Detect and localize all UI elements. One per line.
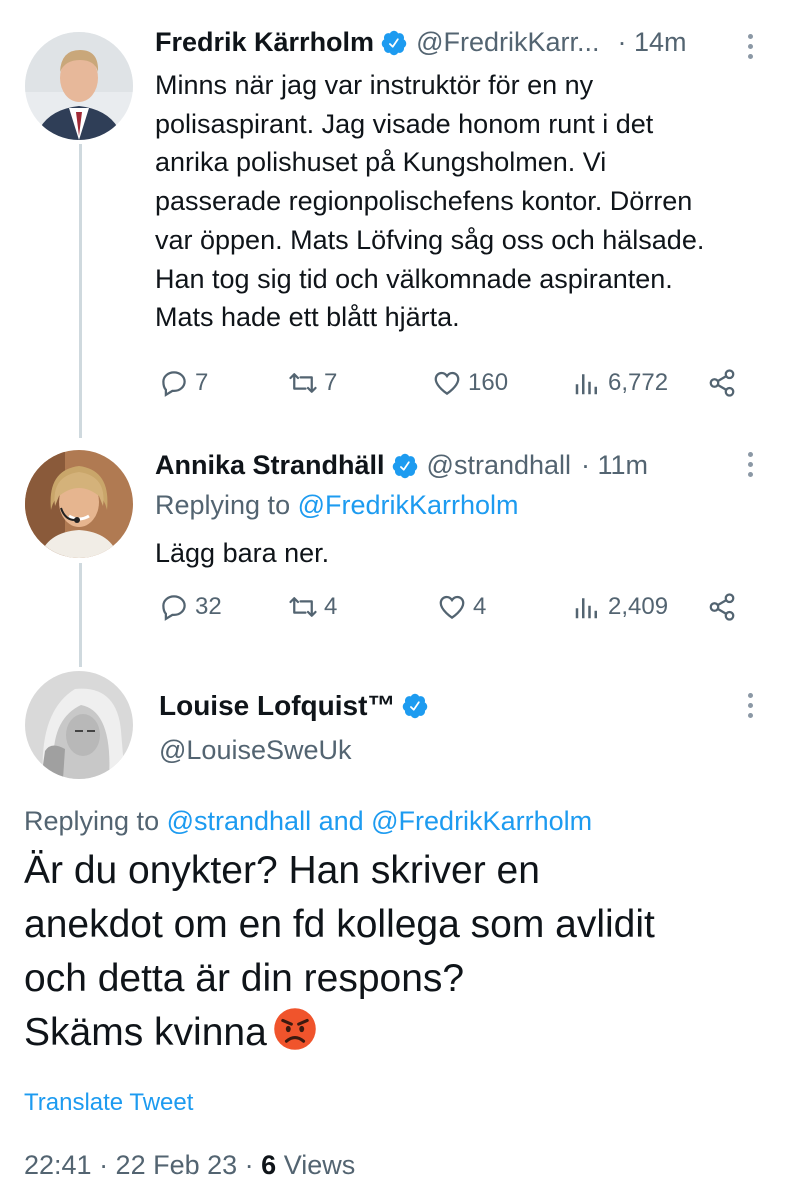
translate-tweet-link[interactable]: Translate Tweet — [24, 1089, 193, 1117]
tweet2-time[interactable]: · 11m — [581, 450, 648, 481]
views-count: 2,409 — [608, 593, 669, 620]
tweet1-text-line: anrika polishuset på Kungsholmen. Vi — [155, 147, 607, 178]
angry-face-icon — [273, 1008, 316, 1050]
heart-icon — [434, 371, 460, 395]
tweet1-share-button[interactable] — [707, 368, 743, 398]
tweet2-retweet-button[interactable]: 4 — [288, 592, 337, 622]
tweet2-text: Lägg bara ner. — [155, 538, 330, 568]
tweet1-text-line: Mats hade ett blått hjärta. — [155, 302, 460, 333]
reply-icon — [162, 595, 186, 621]
thread-line-2 — [79, 563, 82, 667]
replying-to-label: Replying to — [24, 806, 167, 836]
verified-badge-icon — [403, 693, 428, 719]
share-icon — [709, 593, 735, 621]
tweet2-like-button[interactable]: 4 — [437, 592, 486, 622]
retweet-icon — [289, 597, 317, 617]
thread-line-1 — [79, 144, 82, 438]
views-chart-icon — [575, 598, 597, 619]
heart-icon — [439, 595, 465, 619]
reply-icon — [162, 371, 186, 397]
replying-to-link[interactable]: @FredrikKarrholm — [298, 490, 519, 520]
replying-to-link-strandhall[interactable]: @strandhall — [167, 806, 311, 836]
views-chart-icon — [575, 374, 597, 395]
share-icon — [709, 369, 735, 397]
main-tweet-text-line: Är du onykter? Han skriver en — [24, 849, 540, 892]
like-count: 4 — [473, 593, 487, 620]
main-tweet-text-line: Skäms kvinna — [24, 1011, 267, 1054]
tweet2-replying-to: Replying to @FredrikKarrholm — [155, 490, 519, 521]
avatar-fredrik[interactable] — [25, 32, 133, 140]
reply-count: 32 — [195, 593, 222, 620]
avatar-photo-woman-bw — [25, 671, 133, 779]
tweet1-text-line: Han tog sig tid och välkomnade aspirante… — [155, 263, 673, 294]
retweet-count: 4 — [324, 593, 338, 620]
tweet1-text-line: var öppen. Mats Löfving såg oss och häls… — [155, 224, 705, 255]
avatar-louise[interactable] — [25, 671, 133, 779]
tweet1-reply-button[interactable]: 7 — [159, 368, 208, 398]
retweet-count: 7 — [324, 369, 338, 396]
tweet-meta: 22:41 · 22 Feb 23 · 6 Views — [24, 1150, 355, 1181]
tweet1-handle[interactable]: @FredrikKarr... — [416, 27, 599, 58]
views-label: Views — [276, 1150, 356, 1180]
tweet1-author-name[interactable]: Fredrik Kärrholm — [155, 27, 374, 58]
tweet2-share-button[interactable] — [707, 592, 743, 622]
tweet2-header: Annika Strandhäll @strandhall · 11m — [155, 450, 648, 481]
like-count: 160 — [468, 369, 509, 396]
more-options-icon[interactable] — [748, 452, 754, 482]
more-options-icon[interactable] — [748, 34, 754, 64]
avatar-photo-woman — [25, 450, 133, 558]
tweet1-text: Minns när jag var instruktör för en ny p… — [155, 66, 765, 337]
main-tweet-text: Är du onykter? Han skriver en anekdot om… — [24, 844, 774, 1060]
tweet1-text-line: passerade regionpolischefens kontor. Dör… — [155, 186, 693, 217]
tweet-timestamp[interactable]: 22:41 · 22 Feb 23 · — [24, 1150, 261, 1180]
tweet1-time[interactable]: · 14m — [618, 27, 687, 58]
replying-to-link-fredrik[interactable]: @FredrikKarrholm — [371, 806, 592, 836]
main-tweet-text-line-last: Skäms kvinna — [24, 1006, 774, 1060]
avatar-photo-man — [25, 32, 133, 140]
verified-badge-icon — [392, 453, 417, 478]
views-count: 6,772 — [608, 369, 669, 396]
replying-to-label: Replying to — [155, 490, 298, 520]
main-replying-to: Replying to @strandhall and @FredrikKarr… — [24, 806, 592, 837]
tweet2-views-button[interactable]: 2,409 — [572, 592, 668, 622]
more-options-icon[interactable] — [748, 693, 754, 723]
main-tweet-header: Louise Lofquist™ — [159, 690, 429, 722]
tweet1-text-line: polisaspirant. Jag visade honom runt i d… — [155, 108, 654, 139]
reply-count: 7 — [195, 369, 209, 396]
verified-badge-icon — [381, 30, 407, 55]
tweet2-handle[interactable]: @strandhall — [427, 450, 571, 481]
main-author-handle[interactable]: @LouiseSweUk — [159, 735, 352, 766]
main-author-name[interactable]: Louise Lofquist™ — [159, 690, 395, 722]
tweet2-author-name[interactable]: Annika Strandhäll — [155, 450, 385, 481]
views-count-bold: 6 — [261, 1150, 277, 1180]
tweet1-views-button[interactable]: 6,772 — [572, 368, 668, 398]
replying-to-and: and — [311, 806, 372, 836]
main-tweet-text-line: anekdot om en fd kollega som avlidit — [24, 903, 655, 946]
tweet1-retweet-button[interactable]: 7 — [288, 368, 337, 398]
tweet2-reply-button[interactable]: 32 — [159, 592, 222, 622]
main-tweet-text-line: och detta är din respons? — [24, 957, 465, 1000]
tweet1-like-button[interactable]: 160 — [432, 368, 508, 398]
retweet-icon — [289, 373, 317, 393]
avatar-annika[interactable] — [25, 450, 133, 558]
tweet1-header: Fredrik Kärrholm @FredrikKarr... · 14m — [155, 27, 687, 58]
tweet1-text-line: Minns när jag var instruktör för en ny — [155, 70, 594, 100]
